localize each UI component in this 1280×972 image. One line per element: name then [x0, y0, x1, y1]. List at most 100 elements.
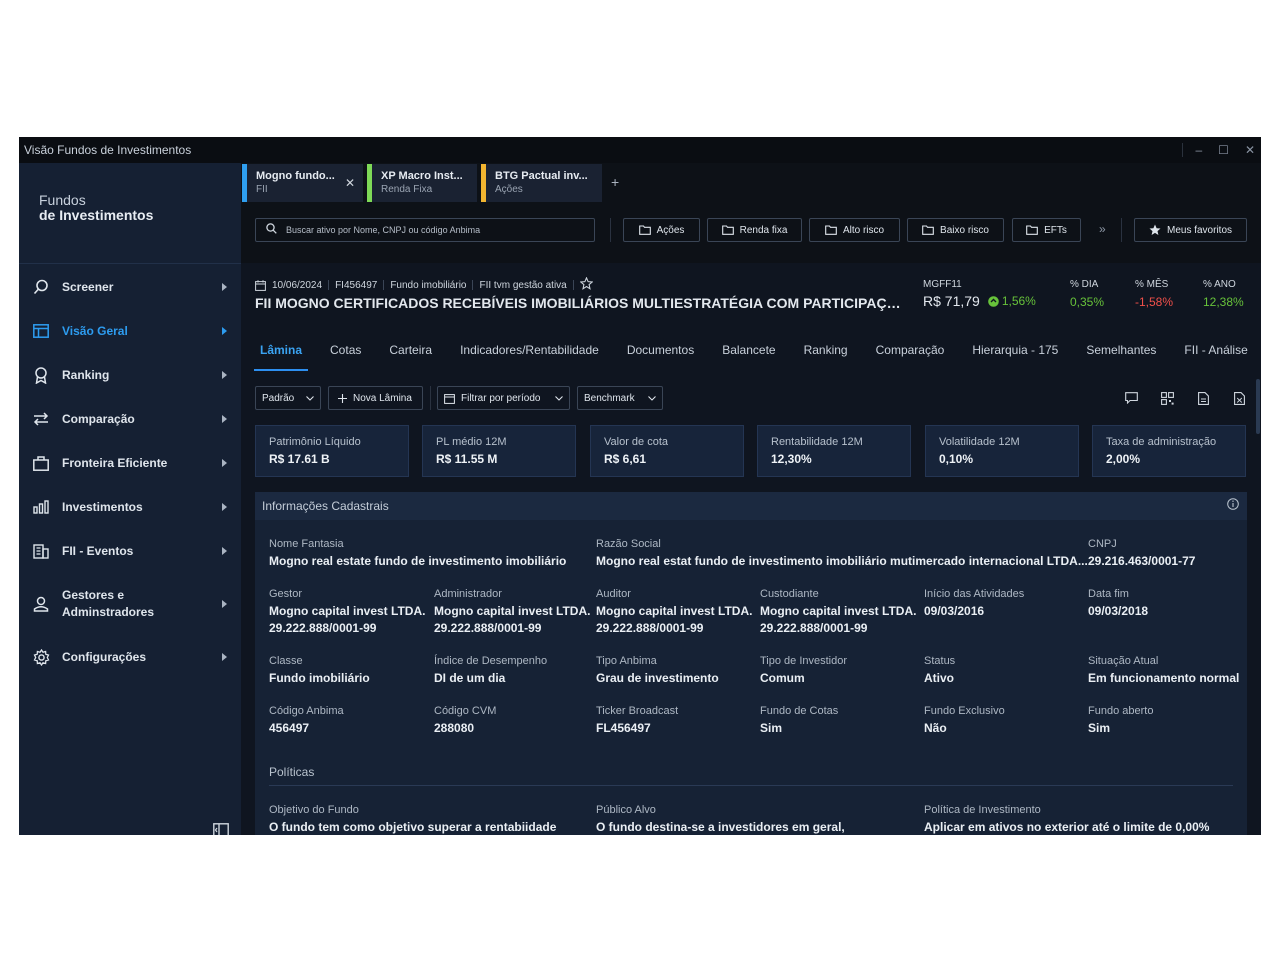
- period-filter-select[interactable]: Filtrar por período: [437, 386, 570, 410]
- field-nome-fantasia: Nome Fantasia Mogno real estate fundo de…: [269, 538, 566, 570]
- kpi-label: PL médio 12M: [436, 436, 507, 448]
- stat-value: 0,35%: [1070, 295, 1105, 309]
- close-window-button[interactable]: ✕: [1245, 143, 1255, 157]
- collapse-sidebar-icon[interactable]: [213, 823, 229, 835]
- field-value: Mogno real estat fundo de investimento i…: [596, 554, 1088, 568]
- field-cnpj: CNPJ 29.216.463/0001-77: [1088, 538, 1195, 570]
- field-value: FL456497: [596, 721, 651, 735]
- stat-value: -1,58%: [1135, 295, 1174, 309]
- filter-chip-alto-risco[interactable]: Alto risco: [809, 218, 900, 242]
- tab-btg-pactual[interactable]: BTG Pactual inv... Ações: [481, 164, 602, 202]
- padrao-select[interactable]: Padrão: [255, 386, 321, 410]
- field-ticker-broadcast: Ticker Broadcast FL456497: [596, 705, 678, 737]
- tab-lamina[interactable]: Lâmina: [253, 341, 309, 371]
- tab-comparacao[interactable]: Comparação: [876, 341, 945, 371]
- tab-ranking[interactable]: Ranking: [804, 341, 848, 371]
- filter-chip-acoes[interactable]: Ações: [623, 218, 700, 242]
- tab-hierarquia[interactable]: Hierarquia - 175: [972, 341, 1058, 371]
- favorite-star-icon[interactable]: [579, 276, 594, 293]
- stat-value: 12,38%: [1203, 295, 1244, 309]
- sidebar-item-ranking[interactable]: Ranking: [19, 353, 241, 397]
- favorites-button[interactable]: Meus favoritos: [1134, 218, 1247, 242]
- kpi-label: Valor de cota: [604, 436, 669, 448]
- tab-documentos[interactable]: Documentos: [627, 341, 694, 371]
- sidebar-item-label: Visão Geral: [62, 323, 128, 338]
- maximize-button[interactable]: ☐: [1218, 143, 1229, 157]
- sidebar-item-investimentos[interactable]: Investimentos: [19, 485, 241, 529]
- main-content: 10/06/2024 FI456497 Fundo imobiliário FI…: [241, 263, 1261, 835]
- field-value: Mogno capital invest LTDA. 29.222.888/000…: [760, 603, 916, 637]
- field-label: Gestor: [269, 588, 303, 600]
- chevron-right-icon: [222, 459, 227, 467]
- tab-xp-macro[interactable]: XP Macro Inst... Renda Fixa: [367, 164, 477, 202]
- field-value: 29.216.463/0001-77: [1088, 554, 1196, 568]
- close-tab-icon[interactable]: ✕: [345, 176, 355, 190]
- field-label: Status: [924, 655, 956, 667]
- chevron-right-icon: [222, 283, 227, 291]
- tab-carteira[interactable]: Carteira: [389, 341, 432, 371]
- content-tabs: Lâmina Cotas Carteira Indicadores/Rentab…: [241, 341, 1261, 371]
- sidebar-item-fronteira-eficiente[interactable]: Fronteira Eficiente: [19, 441, 241, 485]
- filter-chip-renda-fixa[interactable]: Renda fixa: [707, 218, 802, 242]
- tab-color-bar: [367, 164, 372, 202]
- excel-file-icon[interactable]: [1231, 390, 1247, 406]
- field-value: O fundo destina-se a investidores em ger…: [596, 820, 845, 834]
- fund-price: R$ 71,79: [923, 293, 980, 309]
- tab-fii-analise[interactable]: FII - Análise: [1184, 341, 1247, 371]
- minimize-button[interactable]: –: [1195, 143, 1202, 157]
- tab-mogno[interactable]: Mogno fundo... FII ✕: [242, 164, 363, 202]
- stat-label: % ANO: [1203, 279, 1236, 290]
- field-label: Fundo Exclusivo: [924, 705, 1005, 717]
- folder-icon: [638, 225, 651, 235]
- field-label: Política de Investimento: [924, 804, 1041, 816]
- sidebar-item-screener[interactable]: Screener: [19, 265, 241, 309]
- filter-chip-efts[interactable]: EFTs: [1012, 218, 1081, 242]
- search-input[interactable]: Buscar ativo por Nome, CNPJ ou código An…: [255, 218, 595, 242]
- field-value-line: 29.222.888/0001-99: [760, 621, 868, 635]
- meta-divider: [328, 280, 330, 290]
- fund-change-value: 1,56%: [1001, 294, 1036, 308]
- tab-balancete[interactable]: Balancete: [722, 341, 775, 371]
- tab-indicadores[interactable]: Indicadores/Rentabilidade: [460, 341, 599, 371]
- filter-chip-baixo-risco[interactable]: Baixo risco: [907, 218, 1004, 242]
- filter-chip-label: Ações: [656, 224, 685, 236]
- field-label: Auditor: [596, 588, 631, 600]
- tab-cotas[interactable]: Cotas: [330, 341, 361, 371]
- padrao-label: Padrão: [262, 392, 295, 404]
- field-label: Objetivo do Fundo: [269, 804, 359, 816]
- field-tipo-anbima: Tipo Anbima Grau de investimento: [596, 655, 719, 687]
- add-tab-button[interactable]: +: [611, 174, 619, 190]
- stat-label: % DIA: [1070, 279, 1099, 290]
- nova-lamina-button[interactable]: Nova Lâmina: [328, 386, 423, 410]
- sidebar-item-configuracoes[interactable]: Configurações: [19, 635, 241, 679]
- sidebar-item-visao-geral[interactable]: Visão Geral: [19, 309, 241, 353]
- field-value: Grau de investimento: [596, 671, 719, 685]
- sidebar-item-comparacao[interactable]: Comparação: [19, 397, 241, 441]
- chevron-down-icon: [306, 395, 314, 401]
- field-administrador: Administrador Mogno capital invest LTDA.…: [434, 588, 590, 637]
- section-divider: [269, 785, 1233, 786]
- benchmark-select[interactable]: Benchmark: [577, 386, 663, 410]
- fund-type: Fundo imobiliário: [390, 279, 467, 291]
- stat-dia: % DIA 0,35%: [1070, 279, 1104, 309]
- sidebar-item-fii-eventos[interactable]: FII - Eventos: [19, 529, 241, 573]
- kpi-card-volatilidade: Volatilidade 12M 0,10%: [925, 425, 1079, 477]
- field-objetivo: Objetivo do Fundo O fundo tem como objet…: [269, 804, 556, 835]
- more-filters-button[interactable]: »: [1099, 222, 1106, 236]
- folder-icon: [825, 225, 837, 235]
- comment-icon[interactable]: [1123, 390, 1139, 406]
- filter-chip-label: Baixo risco: [940, 224, 989, 236]
- pdf-file-icon[interactable]: [1195, 390, 1211, 406]
- kpi-label: Rentabilidade 12M: [771, 436, 863, 448]
- tab-semelhantes[interactable]: Semelhantes: [1086, 341, 1156, 371]
- sidebar-item-gestores[interactable]: Gestores e Adminstradores: [19, 573, 241, 635]
- qr-code-icon[interactable]: [1159, 390, 1175, 406]
- fund-title: FII MOGNO CERTIFICADOS RECEBÍVEIS IMOBIL…: [255, 295, 905, 311]
- field-label: Código CVM: [434, 705, 497, 717]
- fund-header: 10/06/2024 FI456497 Fundo imobiliário FI…: [255, 276, 1255, 311]
- scrollbar-thumb[interactable]: [1256, 379, 1260, 434]
- info-icon[interactable]: [1227, 497, 1239, 515]
- field-classe: Classe Fundo imobiliário: [269, 655, 370, 687]
- chevron-down-icon: [648, 395, 656, 401]
- field-value: Mogno real estate fundo de investimento …: [269, 554, 567, 568]
